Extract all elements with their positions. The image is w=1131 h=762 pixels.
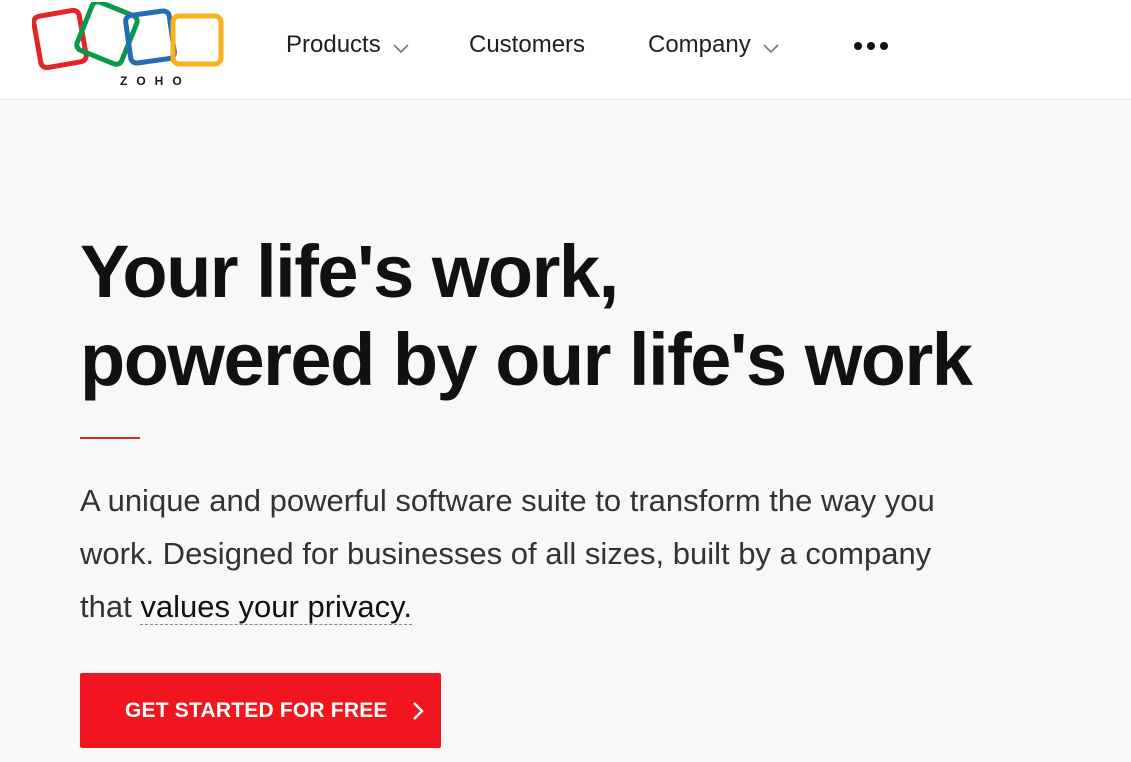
logo-wordmark: ZOHO [120,74,191,88]
nav-products[interactable]: Products [286,28,409,62]
chevron-down-icon [393,33,409,61]
chevron-down-icon [763,33,779,61]
more-dots-icon[interactable] [852,38,890,54]
top-navigation-bar: ZOHO Products Customers Company [0,0,1131,100]
hero-heading-line-1: Your life's work, [80,230,619,313]
accent-divider [80,437,140,439]
chevron-right-icon [412,701,424,721]
nav-company[interactable]: Company [648,28,779,62]
hero-description: A unique and powerful software suite to … [80,474,960,633]
hero-heading: Your life's work, powered by our life's … [80,228,1060,404]
zoho-logo[interactable]: ZOHO [31,0,228,88]
nav-customers-label: Customers [469,31,586,58]
get-started-button[interactable]: GET STARTED FOR FREE [80,673,441,748]
get-started-label: GET STARTED FOR FREE [125,698,388,722]
hero-heading-line-2: powered by our life's work [80,318,973,401]
nav-products-label: Products [286,31,381,58]
nav-company-label: Company [648,31,751,58]
nav-customers[interactable]: Customers [469,28,585,62]
privacy-link[interactable]: values your privacy. [140,589,412,625]
